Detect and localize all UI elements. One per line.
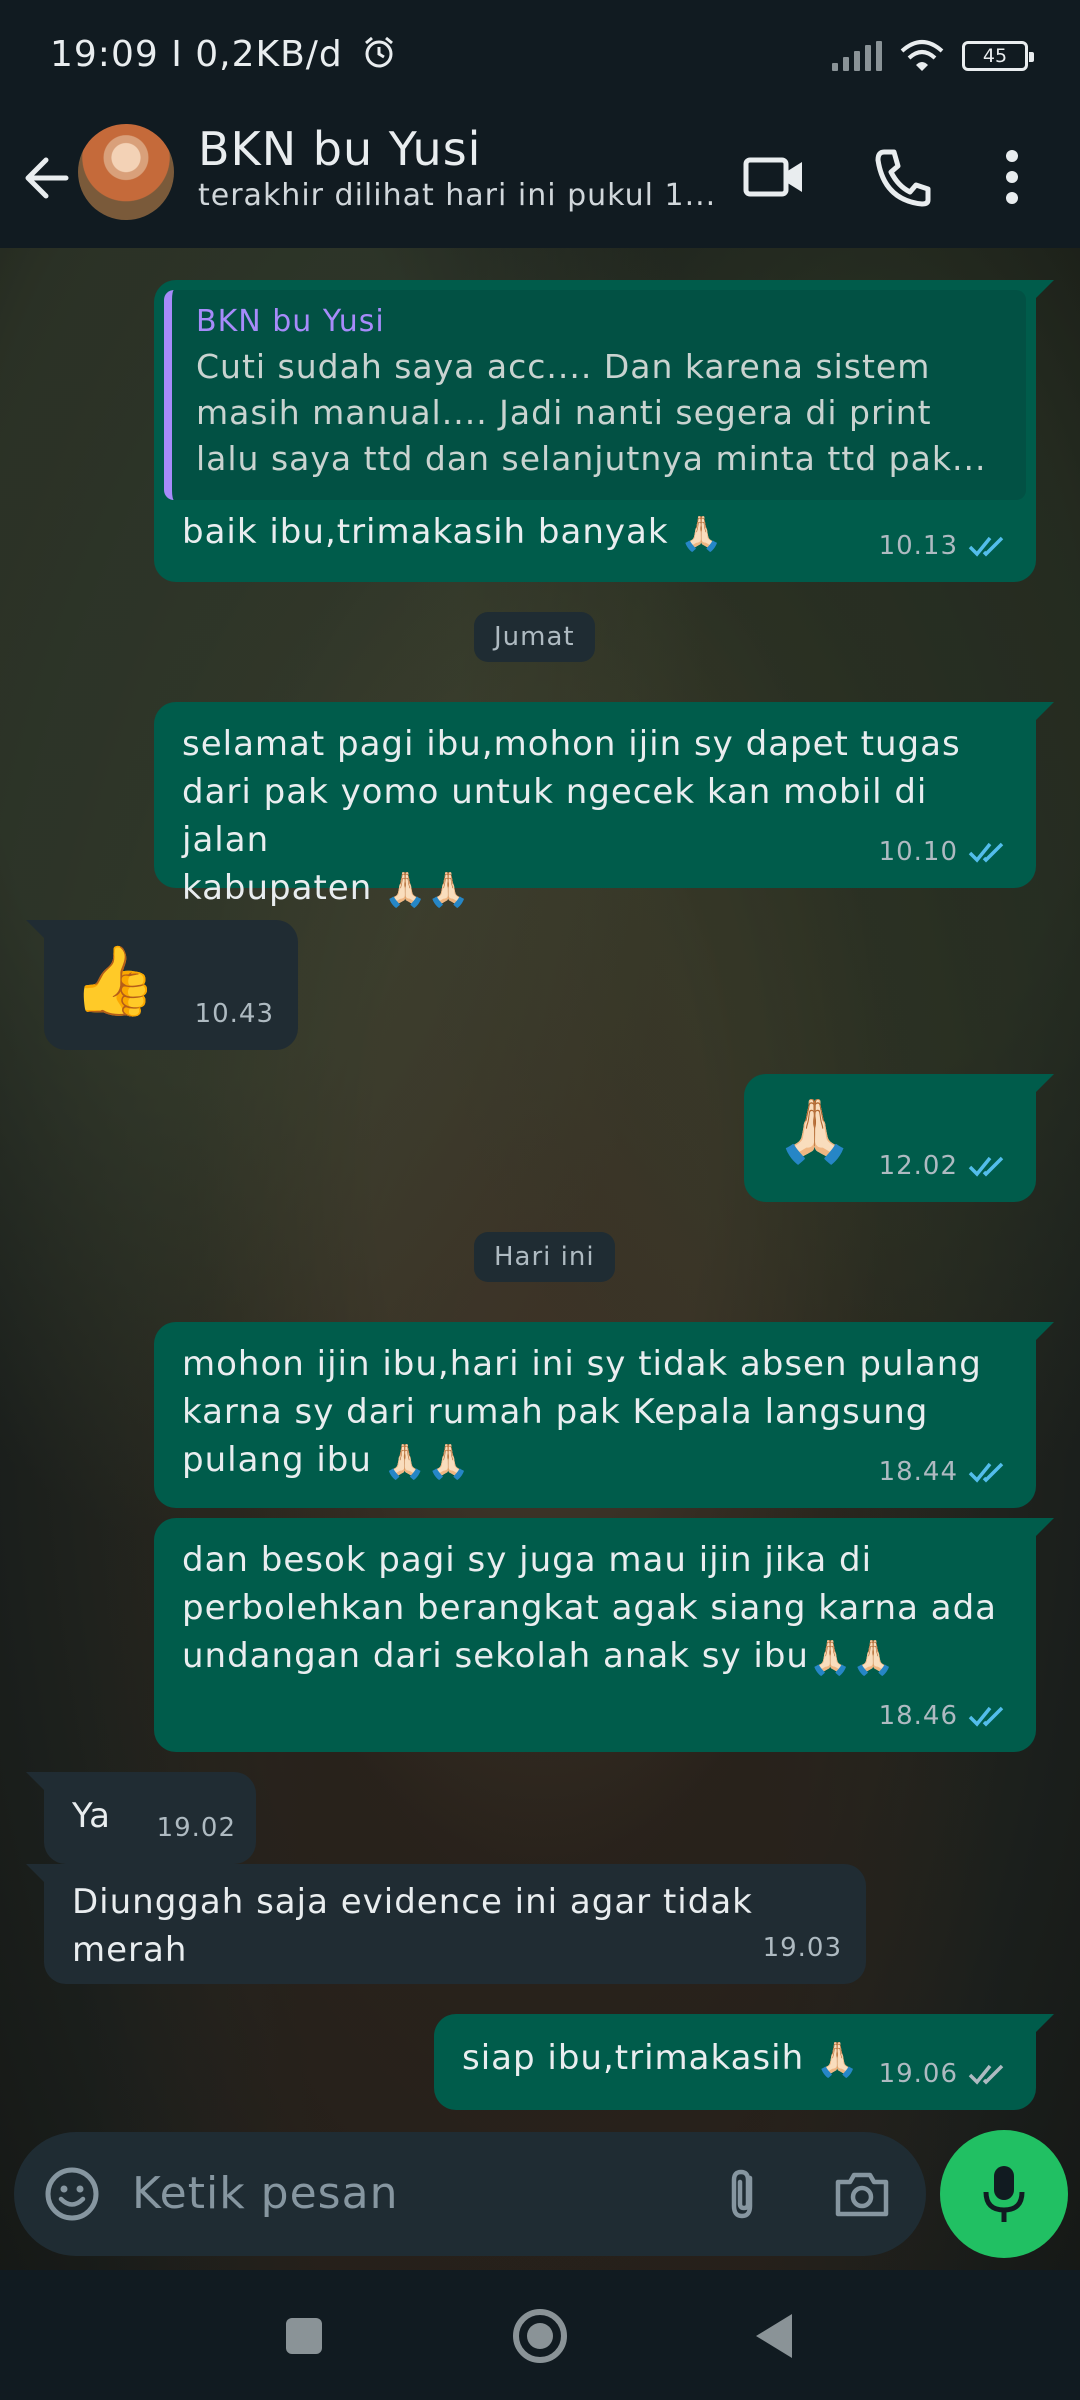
- message-input[interactable]: Ketik pesan: [132, 2168, 398, 2219]
- message-time: 10.43: [194, 999, 274, 1029]
- message-time: 12.02: [878, 1151, 958, 1181]
- chat-header: BKN bu Yusi terakhir dilihat hari ini pu…: [0, 112, 1080, 248]
- date-separator: Jumat: [474, 612, 595, 662]
- message-meta: 19.06: [879, 2050, 1012, 2098]
- nav-recents-icon[interactable]: [272, 2304, 336, 2368]
- mic-icon: [983, 2166, 1025, 2222]
- message-text: siap ibu,trimakasih 🙏🏻: [462, 2034, 859, 2084]
- emoji-icon[interactable]: [42, 2164, 102, 2224]
- message-text: baik ibu,trimakasih banyak 🙏🏻: [182, 508, 724, 558]
- double-check-read-icon: [968, 536, 1004, 557]
- quoted-message[interactable]: BKN bu Yusi Cuti sudah saya acc.... Dan …: [164, 290, 1026, 500]
- message-bubble-outgoing[interactable]: 🙏🏻 12.02: [744, 1074, 1054, 1202]
- message-bubble-outgoing[interactable]: dan besok pagi sy juga mau ijin jika di …: [154, 1518, 1054, 1752]
- message-text: Ya: [72, 1796, 111, 1836]
- message-meta: 10.10: [879, 828, 1012, 876]
- signal-icon: [832, 41, 882, 71]
- message-meta: 18.44: [879, 1448, 1012, 1496]
- message-bubble-incoming[interactable]: 👍 10.43: [26, 920, 298, 1050]
- message-bubble-incoming[interactable]: Diunggah saja evidence ini agar tidak me…: [26, 1864, 866, 1984]
- message-time: 10.10: [878, 837, 958, 867]
- nav-home-icon[interactable]: [508, 2304, 572, 2368]
- message-bubble-outgoing[interactable]: siap ibu,trimakasih 🙏🏻 19.06: [434, 2014, 1054, 2110]
- message-bubble-outgoing[interactable]: selamat pagi ibu,mohon ijin sy dapet tug…: [154, 702, 1054, 910]
- video-call-icon[interactable]: [738, 142, 810, 212]
- quote-text: Cuti sudah saya acc.... Dan karena siste…: [196, 347, 987, 478]
- phone-icon[interactable]: [866, 142, 938, 212]
- message-bubble-outgoing[interactable]: mohon ijin ibu,hari ini sy tidak absen p…: [154, 1322, 1054, 1508]
- message-input-bar[interactable]: Ketik pesan: [14, 2132, 926, 2256]
- message-text: Diunggah saja evidence ini agar tidak me…: [72, 1882, 753, 1970]
- chat-area[interactable]: BKN bu Yusi Cuti sudah saya acc.... Dan …: [0, 248, 1080, 2270]
- message-meta: 19.03: [763, 1924, 842, 1972]
- attach-icon[interactable]: [714, 2164, 774, 2224]
- message-bubble-outgoing[interactable]: BKN bu Yusi Cuti sudah saya acc.... Dan …: [154, 280, 1054, 582]
- more-vert-icon[interactable]: [984, 142, 1040, 212]
- date-separator: Hari ini: [474, 1232, 615, 1282]
- thumbs-up-emoji-icon: 👍: [72, 942, 158, 1021]
- contact-name[interactable]: BKN bu Yusi: [198, 122, 481, 176]
- status-icons: 45: [832, 36, 1034, 76]
- wifi-icon: [900, 40, 944, 71]
- message-meta: 18.46: [879, 1692, 1012, 1740]
- message-bubble-incoming[interactable]: Ya 19.02: [26, 1772, 256, 1864]
- message-time: 18.44: [878, 1457, 958, 1487]
- message-time: 19.03: [762, 1933, 842, 1963]
- pray-emoji-icon: 🙏🏻🙏🏻: [384, 869, 471, 910]
- last-seen: terakhir dilihat hari ini pukul 1...: [198, 178, 717, 213]
- message-meta: 12.02: [879, 1142, 1012, 1190]
- pray-emoji-icon: 🙏🏻: [776, 1094, 855, 1167]
- pray-emoji-icon: 🙏🏻🙏🏻: [808, 1637, 896, 1678]
- double-check-read-icon: [968, 1462, 1004, 1483]
- message-time: 10.13: [878, 531, 958, 561]
- message-text: dan besok pagi sy juga mau ijin jika di …: [182, 1536, 1008, 1682]
- message-meta: 10.13: [879, 522, 1012, 570]
- battery-icon: 45: [962, 41, 1034, 71]
- camera-icon[interactable]: [832, 2164, 892, 2224]
- pray-emoji-icon: 🙏🏻🙏🏻: [383, 1441, 471, 1482]
- message-time: 18.46: [878, 1701, 958, 1731]
- pray-emoji-icon: 🙏🏻: [815, 2039, 860, 2080]
- mic-button[interactable]: [940, 2130, 1068, 2258]
- battery-level: 45: [982, 45, 1008, 67]
- double-check-read-icon: [968, 842, 1004, 863]
- quote-author: BKN bu Yusi: [196, 304, 385, 339]
- double-check-read-icon: [968, 1156, 1004, 1177]
- double-check-read-icon: [968, 1706, 1004, 1727]
- avatar[interactable]: [78, 124, 174, 220]
- status-bar: 19:09 I 0,2KB/d 45: [0, 0, 1080, 112]
- pray-emoji-icon: 🙏🏻: [680, 513, 724, 554]
- message-time: 19.02: [156, 1813, 236, 1843]
- message-time: 19.06: [878, 2059, 958, 2089]
- message-meta: 10.43: [195, 990, 274, 1038]
- message-text: selamat pagi ibu,mohon ijin sy dapet tug…: [182, 720, 1008, 914]
- status-time: 19:09 I 0,2KB/d: [50, 34, 397, 75]
- back-arrow-icon[interactable]: [20, 146, 76, 210]
- message-meta: 19.02: [157, 1804, 236, 1852]
- nav-back-icon[interactable]: [744, 2304, 808, 2368]
- alarm-icon: [365, 36, 394, 68]
- system-nav-bar: [0, 2270, 1080, 2400]
- double-check-delivered-icon: [968, 2064, 1004, 2085]
